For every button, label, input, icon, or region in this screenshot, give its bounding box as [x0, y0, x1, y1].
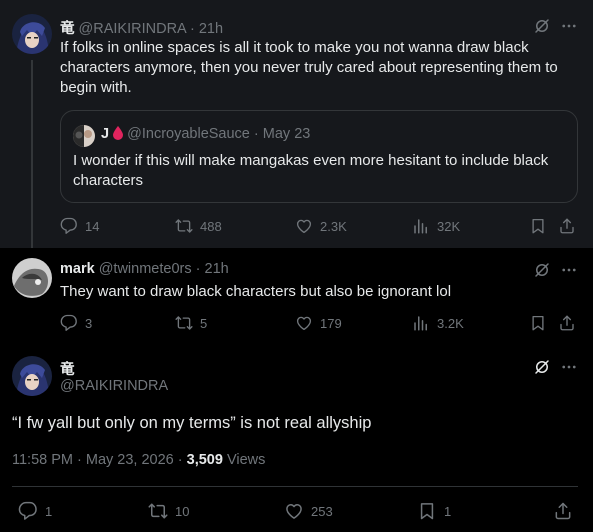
separator: · [195, 261, 201, 277]
avatar-raikirindra[interactable] [12, 356, 52, 396]
share-icon [558, 217, 576, 235]
share-button[interactable] [558, 217, 576, 235]
focused-tweet: 竜 @RAIKIRINDRA “I fw yall but only on my… [0, 346, 593, 532]
like-count: 2.3K [320, 218, 347, 234]
repost-count: 5 [200, 315, 208, 331]
quote-header: J @IncroyableSauce · May 23 [101, 126, 310, 144]
views-button[interactable]: 32K [412, 217, 460, 235]
reply-button[interactable]: 14 [60, 217, 99, 235]
share-button[interactable] [553, 501, 573, 521]
like-icon [295, 217, 313, 235]
timestamp[interactable]: 11:58 PM · May 23, 2026 · [12, 452, 187, 468]
repost-icon [175, 217, 193, 235]
like-icon [284, 501, 304, 521]
more-icon[interactable] [560, 17, 578, 35]
share-icon [553, 501, 573, 521]
tweet-meta: 11:58 PM · May 23, 2026 · 3,509 Views [12, 452, 265, 468]
repost-count: 488 [200, 218, 222, 234]
repost-button[interactable]: 5 [175, 314, 207, 332]
bookmark-icon [529, 217, 547, 235]
views-count: 3.2K [437, 315, 464, 331]
more-icon[interactable] [560, 358, 578, 376]
handle[interactable]: @RAIKIRINDRA [79, 21, 186, 37]
views-count: 32K [437, 218, 461, 234]
tweet-raikirindra[interactable]: 竜 @RAIKIRINDRA · 21h If folks in online … [0, 0, 593, 248]
bookmark-count: 1 [444, 503, 452, 519]
like-button[interactable]: 253 [284, 501, 333, 521]
handle: @IncroyableSauce [127, 126, 250, 142]
action-bar: 1 10 253 1 [12, 501, 578, 523]
repost-icon [175, 314, 193, 332]
reply-button[interactable]: 1 [18, 501, 52, 521]
quote-text: I wonder if this will make mangakas even… [73, 152, 549, 189]
timestamp: May 23 [262, 126, 311, 142]
tweet-text: If folks in online spaces is all it took… [60, 39, 558, 96]
thread-line [31, 60, 33, 248]
repost-icon [148, 501, 168, 521]
tweet-header: mark @twinmete0rs · 21h [60, 261, 229, 277]
views-icon [412, 217, 430, 235]
reply-count: 3 [85, 315, 93, 331]
repost-button[interactable]: 10 [148, 501, 189, 521]
avatar-mark[interactable] [12, 258, 52, 298]
tweet-text: They want to draw black characters but a… [60, 283, 452, 300]
views-button[interactable]: 3.2K [412, 314, 464, 332]
display-name[interactable]: mark [60, 261, 95, 277]
avatar-raikirindra[interactable] [12, 14, 52, 54]
reply-count: 1 [45, 503, 53, 519]
repost-button[interactable]: 488 [175, 217, 222, 235]
grok-icon[interactable] [533, 17, 551, 35]
reply-count: 14 [85, 218, 100, 234]
reply-icon [60, 314, 78, 332]
timestamp[interactable]: 21h [205, 261, 229, 277]
drop-emoji-icon [113, 126, 124, 144]
bookmark-icon [417, 501, 437, 521]
like-button[interactable]: 179 [295, 314, 342, 332]
like-button[interactable]: 2.3K [295, 217, 347, 235]
like-icon [295, 314, 313, 332]
display-name: J [101, 126, 110, 142]
tweet-text: “I fw yall but only on my terms” is not … [12, 414, 372, 432]
timestamp[interactable]: 21h [199, 21, 223, 37]
handle[interactable]: @twinmete0rs [99, 261, 192, 277]
reply-button[interactable]: 3 [60, 314, 92, 332]
avatar-incroyablesauce [73, 125, 95, 147]
share-icon [558, 314, 576, 332]
action-bar: 14 488 2.3K 32K [60, 217, 580, 239]
display-name[interactable]: 竜 [60, 21, 75, 37]
action-bar: 3 5 179 3.2K [60, 314, 580, 336]
share-button[interactable] [558, 314, 576, 332]
grok-icon[interactable] [533, 261, 551, 279]
display-name[interactable]: 竜 [60, 358, 75, 379]
tweet-mark[interactable]: mark @twinmete0rs · 21h They want to dra… [0, 248, 593, 346]
divider [12, 486, 578, 487]
views-label: Views [222, 452, 266, 468]
like-count: 253 [311, 503, 333, 519]
views-icon [412, 314, 430, 332]
grok-icon[interactable] [533, 358, 551, 376]
more-icon[interactable] [560, 261, 578, 279]
view-count: 3,509 [186, 452, 223, 468]
repost-count: 10 [175, 503, 190, 519]
bookmark-button[interactable] [529, 314, 547, 332]
like-count: 179 [320, 315, 342, 331]
quote-tweet[interactable]: J @IncroyableSauce · May 23 I wonder if … [60, 110, 578, 203]
separator: · [189, 21, 195, 37]
separator: · [253, 126, 259, 142]
tweet-header: 竜 @RAIKIRINDRA · 21h [60, 17, 223, 38]
reply-icon [60, 217, 78, 235]
bookmark-button[interactable] [529, 217, 547, 235]
handle[interactable]: @RAIKIRINDRA [60, 378, 168, 394]
bookmark-icon [529, 314, 547, 332]
reply-icon [18, 501, 38, 521]
bookmark-button[interactable]: 1 [417, 501, 451, 521]
